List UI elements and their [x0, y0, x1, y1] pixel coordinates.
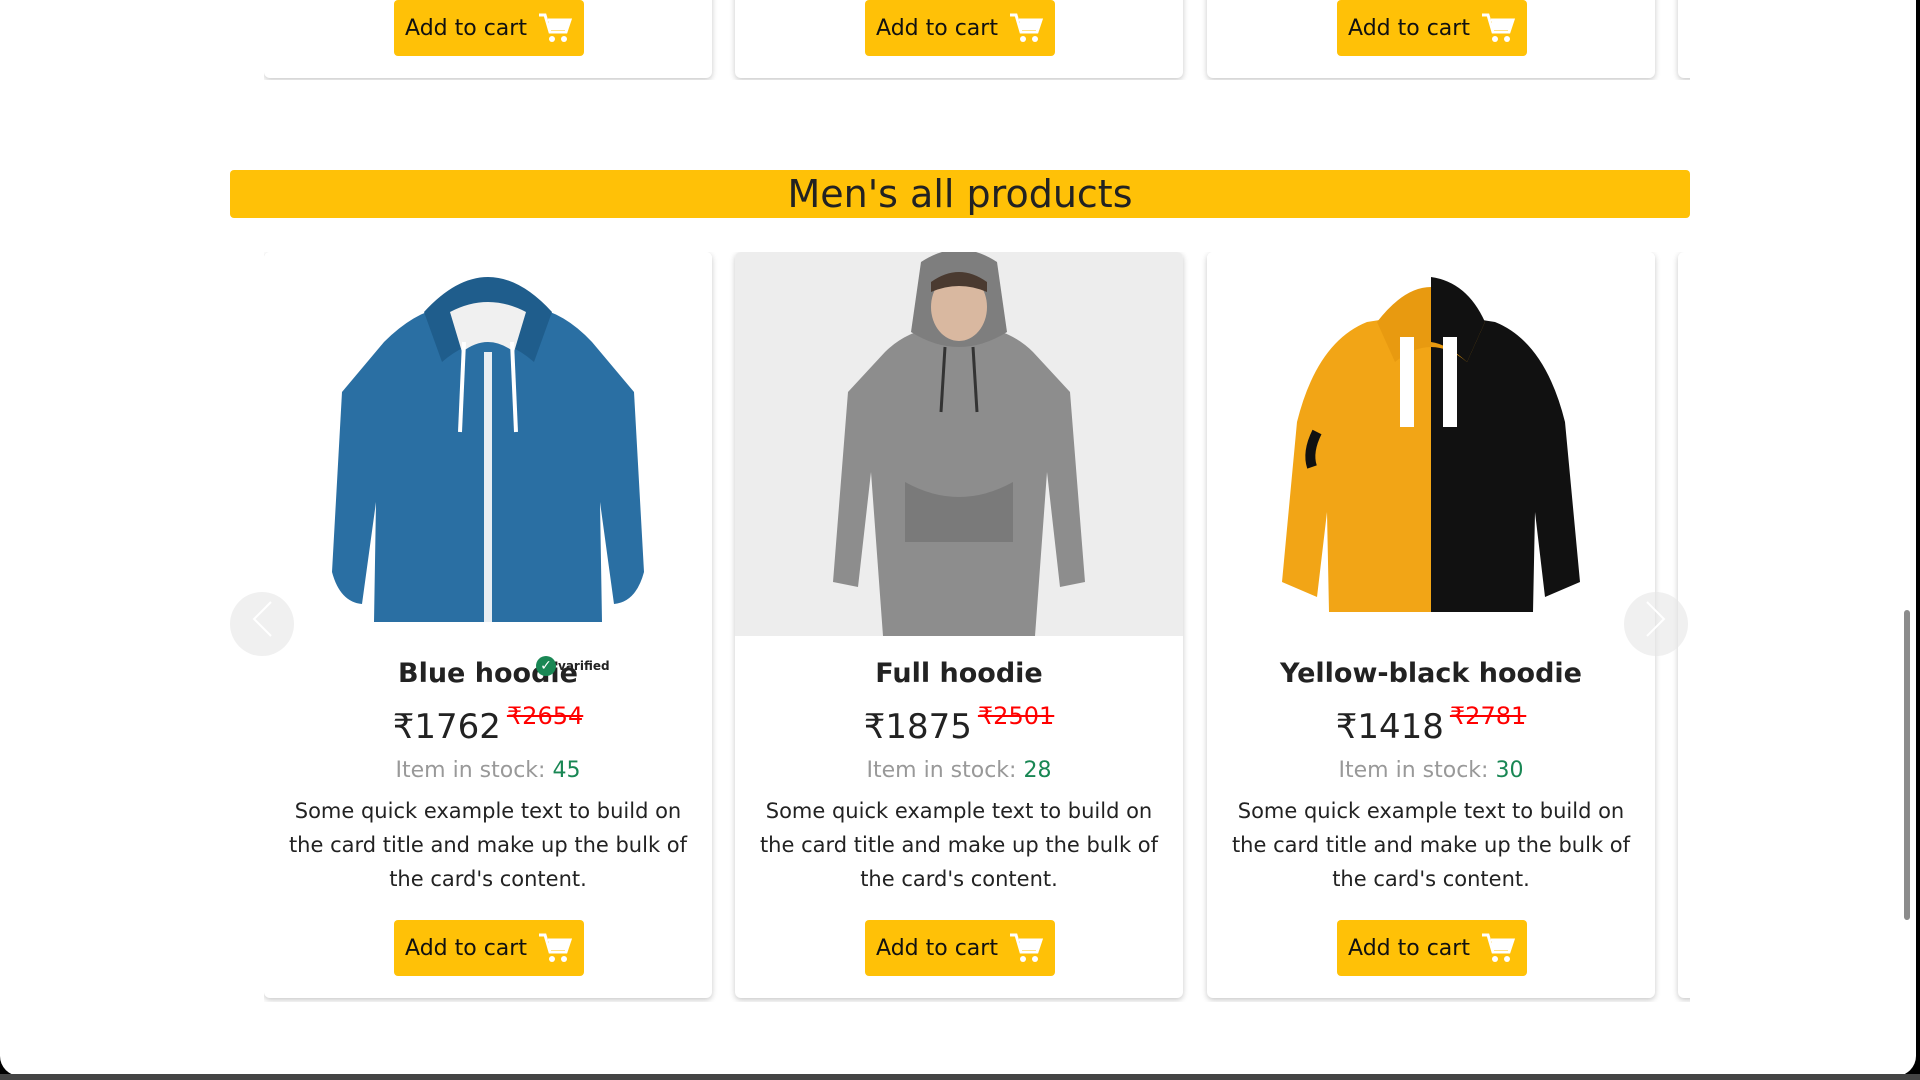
- cart-icon: [1008, 932, 1044, 964]
- cart-icon: [537, 932, 573, 964]
- product-description: Some quick example text to build on the …: [1231, 799, 1631, 891]
- stock-count: 30: [1495, 758, 1524, 783]
- product-card: Yellow-black hoodie ₹1418 ₹2781 Item in s…: [1207, 252, 1655, 998]
- cart-icon: [1480, 12, 1516, 44]
- add-to-cart-label: Add to cart: [405, 15, 527, 41]
- add-to-cart-button[interactable]: Add to cart: [865, 920, 1055, 976]
- product-card: Add to cart: [264, 0, 712, 78]
- product-card-partial: [1678, 0, 1690, 78]
- stock-info: Item in stock: 28: [735, 758, 1183, 783]
- carousel-next-button[interactable]: [1624, 592, 1688, 656]
- product-old-price: ₹2654: [506, 702, 584, 730]
- cart-icon: [1480, 932, 1516, 964]
- product-carousel: Blue hoodie ✓ varified ₹1762 ₹2654 Item i…: [264, 252, 1690, 1002]
- add-to-cart-button[interactable]: Add to cart: [865, 0, 1055, 56]
- stock-info: Item in stock: 45: [264, 758, 712, 783]
- stock-info: Item in stock: 30: [1207, 758, 1655, 783]
- stock-label: Item in stock:: [395, 758, 546, 783]
- product-old-price: ₹2781: [1449, 702, 1527, 730]
- product-image: [1207, 252, 1655, 636]
- window-border: [0, 1074, 1920, 1080]
- product-title[interactable]: Blue hoodie: [264, 658, 712, 689]
- page: Add to cart Add to cart Add to cart Men'…: [0, 0, 1916, 1076]
- product-image: [264, 252, 712, 636]
- add-to-cart-label: Add to cart: [1348, 15, 1470, 41]
- add-to-cart-label: Add to cart: [1348, 935, 1470, 961]
- product-card: Full hoodie ₹1875 ₹2501 Item in stock: 28…: [735, 252, 1183, 998]
- previous-carousel: Add to cart Add to cart Add to cart: [264, 0, 1690, 80]
- add-to-cart-label: Add to cart: [405, 935, 527, 961]
- section-title: Men's all products: [230, 170, 1690, 218]
- check-circle-icon: ✓: [536, 656, 556, 676]
- price-row: ₹1418 ₹2781: [1207, 702, 1655, 747]
- product-description: Some quick example text to build on the …: [288, 799, 688, 891]
- cart-icon: [537, 12, 573, 44]
- price-row: ₹1875 ₹2501: [735, 702, 1183, 747]
- chevron-left-icon: [251, 600, 273, 648]
- product-card: Add to cart: [735, 0, 1183, 78]
- add-to-cart-label: Add to cart: [876, 15, 998, 41]
- scrollbar-thumb[interactable]: [1904, 610, 1910, 920]
- stock-count: 45: [552, 758, 581, 783]
- product-title[interactable]: Yellow-black hoodie: [1207, 658, 1655, 689]
- add-to-cart-button[interactable]: Add to cart: [394, 920, 584, 976]
- product-old-price: ₹2501: [977, 702, 1055, 730]
- cart-icon: [1008, 12, 1044, 44]
- add-to-cart-button[interactable]: Add to cart: [394, 0, 584, 56]
- chevron-right-icon: [1645, 600, 1667, 648]
- add-to-cart-button[interactable]: Add to cart: [1337, 0, 1527, 56]
- verified-badge: ✓ varified: [536, 656, 610, 676]
- product-title[interactable]: Full hoodie: [735, 658, 1183, 689]
- add-to-cart-button[interactable]: Add to cart: [1337, 920, 1527, 976]
- add-to-cart-label: Add to cart: [876, 935, 998, 961]
- stock-label: Item in stock:: [1338, 758, 1489, 783]
- product-image: [735, 252, 1183, 636]
- product-price: ₹1762: [392, 707, 501, 747]
- product-price: ₹1875: [863, 707, 972, 747]
- product-price: ₹1418: [1335, 707, 1444, 747]
- product-description: Some quick example text to build on the …: [759, 799, 1159, 891]
- verified-label: varified: [558, 659, 610, 673]
- stock-count: 28: [1023, 758, 1052, 783]
- product-card: Add to cart: [1207, 0, 1655, 78]
- carousel-prev-button[interactable]: [230, 592, 294, 656]
- price-row: ₹1762 ₹2654: [264, 702, 712, 747]
- stock-label: Item in stock:: [866, 758, 1017, 783]
- product-card: Blue hoodie ✓ varified ₹1762 ₹2654 Item i…: [264, 252, 712, 998]
